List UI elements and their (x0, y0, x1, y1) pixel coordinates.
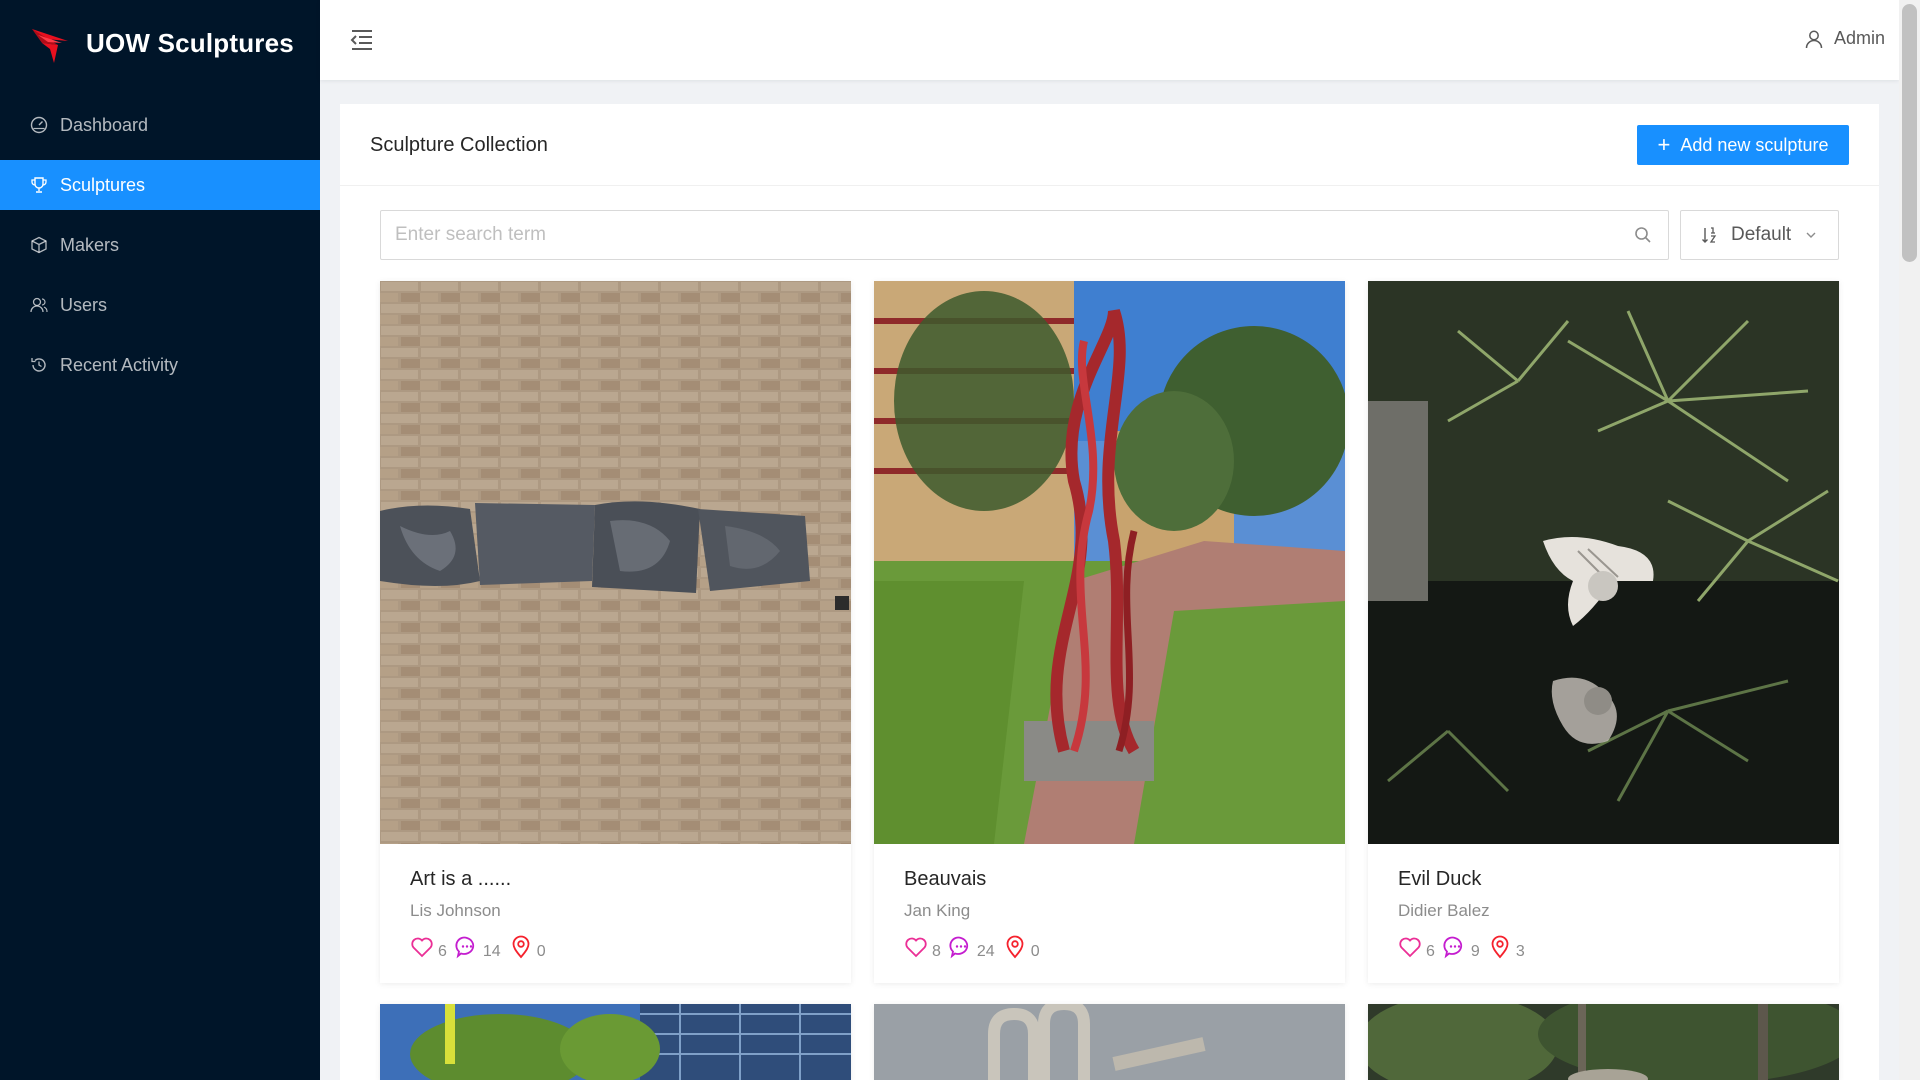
sculpture-maker: Lis Johnson (410, 901, 501, 920)
sculpture-photo[interactable] (380, 281, 851, 844)
sculpture-stats: 6 9 3 (1398, 935, 1809, 960)
page-title: Sculpture Collection (370, 134, 548, 156)
steel-loops-sculpture-image (874, 1004, 1345, 1080)
sculpture-collection-panel: Sculpture Collection + Add new sculpture… (340, 104, 1879, 1080)
sculpture-maker: Didier Balez (1398, 901, 1490, 920)
user-name: Admin (1833, 28, 1885, 48)
visits-stat[interactable]: 3 (1488, 935, 1525, 960)
likes-stat[interactable]: 6 (1398, 935, 1435, 960)
sidebar-item-users[interactable]: Users (0, 280, 320, 330)
sidebar-item-label: Dashboard (60, 114, 149, 135)
sidebar-item-makers[interactable]: Makers (0, 220, 320, 270)
sidebar-item-dashboard[interactable]: Dashboard (0, 100, 320, 150)
comments-stat[interactable]: 9 (1443, 935, 1480, 960)
sculpture-card[interactable] (874, 1004, 1345, 1080)
search-icon[interactable] (1634, 226, 1652, 244)
cube-icon (31, 236, 47, 254)
logo-icon (32, 29, 68, 63)
sculpture-card[interactable]: Beauvais Jan King 8 24 0 (874, 281, 1345, 983)
brick-wall-relief-image (380, 281, 851, 844)
sculpture-stats: 6 14 0 (410, 935, 821, 960)
app-logo[interactable]: UOW Sculptures (0, 0, 320, 86)
add-sculpture-button[interactable]: + Add new sculpture (1637, 125, 1849, 165)
heart-icon (905, 937, 927, 958)
dashboard-icon (30, 116, 48, 134)
user-menu[interactable]: Admin (1804, 28, 1885, 49)
add-sculpture-label: Add new sculpture (1680, 134, 1829, 155)
plus-icon: + (1657, 132, 1671, 157)
comment-icon (455, 936, 475, 959)
history-icon (31, 358, 46, 372)
red-ribbon-sculpture-image (874, 281, 1345, 844)
card-body: Art is a ...... Lis Johnson 6 14 0 (380, 844, 851, 983)
comments-count: 14 (482, 943, 501, 960)
sculpture-photo[interactable] (1368, 1004, 1839, 1080)
card-body: Evil Duck Didier Balez 6 9 3 (1368, 844, 1839, 983)
location-pin-icon (512, 935, 530, 959)
sidebar: UOW Sculptures Dashboard Sculptures Make… (0, 0, 320, 1080)
likes-count: 8 (932, 943, 941, 960)
likes-stat[interactable]: 8 (904, 935, 941, 960)
sculpture-title[interactable]: Evil Duck (1398, 868, 1809, 891)
menu-fold-icon[interactable] (348, 26, 376, 54)
comment-icon (1443, 936, 1463, 959)
sidebar-item-recent-activity[interactable]: Recent Activity (0, 340, 320, 390)
top-header: Admin (320, 0, 1899, 80)
garden-trees-image (1368, 1004, 1839, 1080)
sculpture-card[interactable]: Evil Duck Didier Balez 6 9 3 (1368, 281, 1839, 983)
visits-stat[interactable]: 0 (509, 935, 546, 960)
likes-stat[interactable]: 6 (410, 935, 447, 960)
duck-pond-sculpture-image (1368, 281, 1839, 844)
chevron-down-icon (1806, 232, 1816, 238)
sculpture-title[interactable]: Art is a ...... (410, 868, 821, 891)
toolbar: Default (380, 210, 1839, 260)
search-box (380, 210, 1669, 260)
visits-count: 0 (1030, 943, 1040, 960)
likes-count: 6 (438, 943, 447, 960)
location-pin-icon (1006, 935, 1024, 959)
sculpture-photo[interactable] (874, 281, 1345, 844)
sculpture-card[interactable] (1368, 1004, 1839, 1080)
scrollbar-thumb[interactable] (1902, 4, 1917, 262)
visits-stat[interactable]: 0 (1003, 935, 1040, 960)
sculpture-stats: 8 24 0 (904, 935, 1315, 960)
likes-count: 6 (1426, 943, 1435, 960)
sculpture-card[interactable]: Art is a ...... Lis Johnson 6 14 0 (380, 281, 851, 983)
building-palms-image (380, 1004, 851, 1080)
comments-count: 9 (1470, 943, 1480, 960)
users-icon (30, 297, 48, 313)
sidebar-item-label: Sculptures (60, 174, 146, 195)
visits-count: 0 (536, 943, 546, 960)
sculpture-card[interactable] (380, 1004, 851, 1080)
sidebar-item-label: Recent Activity (60, 354, 179, 375)
sidebar-item-sculptures[interactable]: Sculptures (0, 160, 320, 210)
search-input[interactable] (395, 211, 1615, 259)
sort-select[interactable]: Default (1680, 210, 1839, 260)
heart-icon (411, 937, 433, 958)
sculpture-photo[interactable] (1368, 281, 1839, 844)
sculpture-title[interactable]: Beauvais (904, 868, 1315, 891)
sculpture-photo[interactable] (380, 1004, 851, 1080)
trophy-icon (31, 177, 47, 193)
page-scrollbar[interactable] (1899, 0, 1920, 1080)
comments-stat[interactable]: 24 (949, 935, 995, 960)
comments-stat[interactable]: 14 (455, 935, 501, 960)
comments-count: 24 (976, 943, 995, 960)
sculpture-photo[interactable] (874, 1004, 1345, 1080)
panel-header: Sculpture Collection + Add new sculpture (340, 104, 1879, 186)
sidebar-menu: Dashboard Sculptures Makers Users Recent… (0, 100, 320, 390)
location-pin-icon (1491, 935, 1509, 959)
card-body: Beauvais Jan King 8 24 0 (874, 844, 1345, 983)
sidebar-item-label: Users (60, 294, 108, 315)
heart-icon (1399, 937, 1421, 958)
sort-value: Default (1731, 224, 1792, 245)
sort-icon (1702, 227, 1717, 243)
user-icon (1805, 30, 1823, 48)
comment-icon (949, 936, 969, 959)
app-title: UOW Sculptures (86, 27, 294, 58)
visits-count: 3 (1515, 943, 1525, 960)
sculpture-maker: Jan King (904, 901, 971, 920)
sidebar-item-label: Makers (60, 234, 120, 255)
